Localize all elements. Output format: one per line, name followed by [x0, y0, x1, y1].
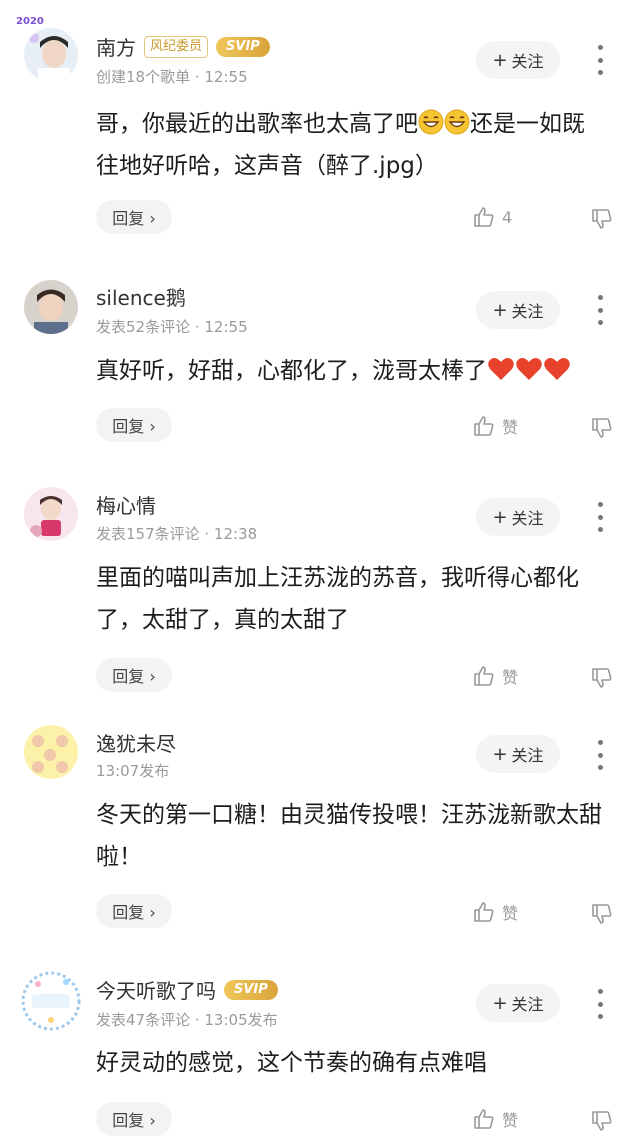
reply-button[interactable]: 回复 ›: [96, 1102, 172, 1136]
like-button[interactable]: 4: [472, 205, 512, 229]
role-badge: 风纪委员: [144, 35, 209, 58]
more-options-icon[interactable]: [590, 989, 610, 1019]
follow-button[interactable]: + 关注: [476, 498, 560, 536]
comment-text-line: 还是一如既: [470, 111, 585, 137]
comment-text: 哥，你最近的出歌率也太高了吧 还是一如既 往地好听哈，这声音（醉了.jpg）: [96, 103, 621, 187]
comment-text-line: 冬天的第一口糖！由灵猫传投喂！汪苏泷新歌太甜: [96, 802, 602, 828]
like-button[interactable]: 赞: [472, 900, 518, 924]
grinning-emoji-icon: [444, 109, 470, 135]
plus-icon: +: [492, 299, 508, 321]
plus-icon: +: [492, 743, 508, 765]
thumbs-down-icon[interactable]: [590, 1109, 614, 1133]
more-options-icon[interactable]: [590, 740, 610, 770]
user-avatar[interactable]: [24, 487, 78, 541]
plus-icon: +: [492, 49, 508, 71]
follow-label: 关注: [511, 509, 544, 528]
comment-item: 今天听歌了吗 SVIP 发表47条评论 · 13:05发布 + 关注 好灵动的感觉…: [0, 945, 640, 1147]
thumbs-up-icon: [474, 416, 494, 436]
username[interactable]: silence鹅: [96, 282, 186, 311]
svip-badge: SVIP: [224, 979, 278, 1000]
comment-meta: 13:07发布: [96, 762, 170, 780]
svip-badge: SVIP: [216, 36, 270, 57]
username[interactable]: 逸犹未尽: [96, 728, 176, 757]
like-button[interactable]: 赞: [472, 414, 518, 438]
like-count: 赞: [502, 904, 519, 923]
plus-icon: +: [492, 992, 508, 1014]
more-options-icon[interactable]: [590, 45, 610, 75]
comment-item: 梅心情 发表157条评论 · 12:38 + 关注 里面的喵叫声加上汪苏泷的苏音，…: [0, 460, 640, 705]
like-button[interactable]: 赞: [472, 664, 518, 688]
avatar-badge: 2020: [16, 16, 44, 27]
comment-item: 逸犹未尽 13:07发布 + 关注 冬天的第一口糖！由灵猫传投喂！汪苏泷新歌太甜 …: [0, 705, 640, 945]
reply-button[interactable]: 回复 ›: [96, 894, 172, 928]
heart-icon: [516, 358, 542, 380]
comment-text-line: 好灵动的感觉，这个节奏的确有点难唱: [96, 1050, 487, 1076]
like-count: 赞: [502, 1111, 519, 1130]
comment-item: 2020 南方 风纪委员 SVIP 创建18个歌单 · 12:55 + 关注 哥，…: [0, 0, 640, 250]
thumbs-up-icon: [474, 207, 494, 227]
comment-meta: 发表52条评论 · 12:55: [96, 318, 248, 336]
user-avatar[interactable]: [24, 725, 78, 779]
follow-button[interactable]: + 关注: [476, 735, 560, 773]
thumbs-up-icon: [474, 666, 494, 686]
like-button[interactable]: 赞: [472, 1107, 518, 1131]
follow-label: 关注: [511, 995, 544, 1014]
username[interactable]: 南方: [96, 32, 136, 61]
grinning-emoji-icon: [418, 109, 444, 135]
thumbs-up-icon: [474, 1109, 494, 1129]
follow-button[interactable]: + 关注: [476, 41, 560, 79]
reply-button[interactable]: 回复 ›: [96, 408, 172, 442]
comment-text-line: 往地好听哈，这声音（醉了.jpg）: [96, 153, 438, 179]
comment-meta: 创建18个歌单 · 12:55: [96, 68, 248, 86]
thumbs-down-icon[interactable]: [590, 416, 614, 440]
heart-icon: [544, 358, 570, 380]
comment-meta: 发表47条评论 · 13:05发布: [96, 1011, 278, 1029]
follow-button[interactable]: + 关注: [476, 984, 560, 1022]
comment-text: 冬天的第一口糖！由灵猫传投喂！汪苏泷新歌太甜 啦！: [96, 794, 621, 878]
follow-label: 关注: [511, 302, 544, 321]
thumbs-up-icon: [474, 902, 494, 922]
like-count: 赞: [502, 418, 519, 437]
follow-label: 关注: [511, 52, 544, 71]
user-avatar[interactable]: [24, 28, 78, 82]
username[interactable]: 梅心情: [96, 490, 156, 519]
comment-text-line: 了，太甜了，真的太甜了: [96, 607, 349, 633]
comment-text-line: 啦！: [96, 844, 142, 870]
plus-icon: +: [492, 506, 508, 528]
reply-button[interactable]: 回复 ›: [96, 200, 172, 234]
thumbs-down-icon[interactable]: [590, 902, 614, 926]
user-avatar[interactable]: [20, 970, 82, 1032]
comment-meta: 发表157条评论 · 12:38: [96, 525, 258, 543]
comment-item: silence鹅 发表52条评论 · 12:55 + 关注 真好听，好甜，心都化了…: [0, 250, 640, 460]
comment-text-line: 真好听，好甜，心都化了，泷哥太棒了: [96, 358, 487, 384]
more-options-icon[interactable]: [590, 295, 610, 325]
follow-label: 关注: [511, 746, 544, 765]
username[interactable]: 今天听歌了吗: [96, 975, 216, 1004]
reply-button[interactable]: 回复 ›: [96, 658, 172, 692]
comment-text: 真好听，好甜，心都化了，泷哥太棒了: [96, 350, 621, 392]
comment-text-line: 里面的喵叫声加上汪苏泷的苏音，我听得心都化: [96, 565, 579, 591]
like-count: 赞: [502, 668, 519, 687]
comment-text-line: 哥，你最近的出歌率也太高了吧: [96, 111, 418, 137]
thumbs-down-icon[interactable]: [590, 666, 614, 690]
comment-text: 好灵动的感觉，这个节奏的确有点难唱: [96, 1042, 621, 1084]
like-count: 4: [502, 207, 513, 227]
follow-button[interactable]: + 关注: [476, 291, 560, 329]
user-avatar[interactable]: [24, 280, 78, 334]
more-options-icon[interactable]: [590, 502, 610, 532]
comment-text: 里面的喵叫声加上汪苏泷的苏音，我听得心都化 了，太甜了，真的太甜了: [96, 557, 621, 641]
heart-icon: [488, 358, 514, 380]
thumbs-down-icon[interactable]: [590, 207, 614, 231]
